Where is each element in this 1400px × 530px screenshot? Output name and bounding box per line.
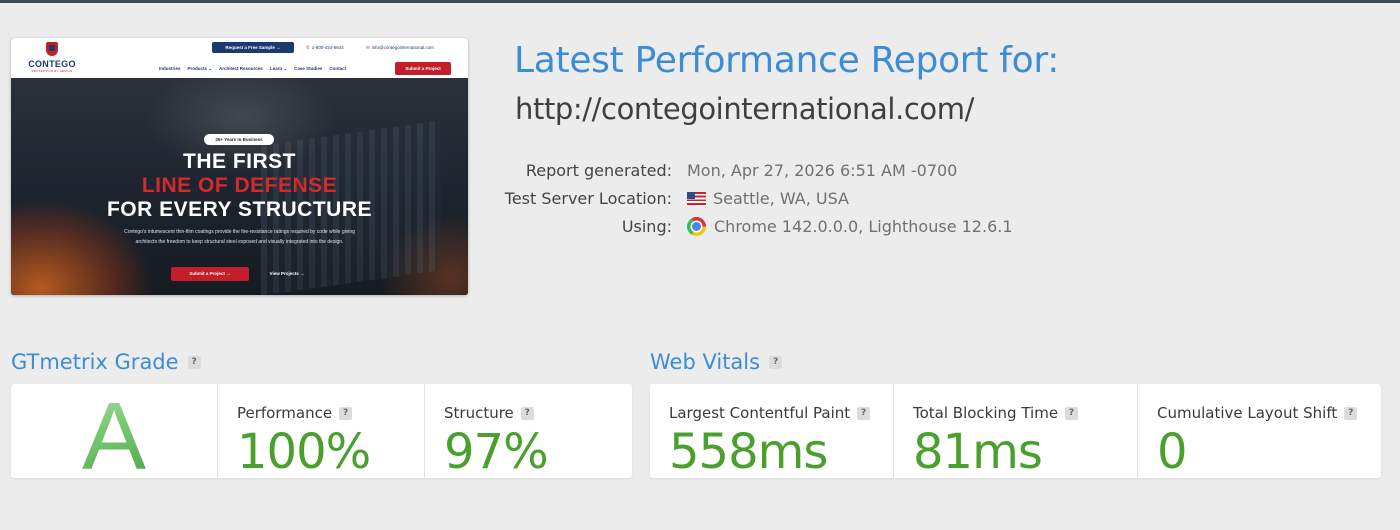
performance-value: 100% <box>237 424 371 480</box>
cls-label: Cumulative Layout Shift <box>1157 404 1338 422</box>
top-bar <box>0 0 1400 3</box>
site-phone: ✆ 1-800-434-6644 <box>306 43 344 52</box>
hero-headline-line3: FOR EVERY STRUCTURE <box>106 198 373 221</box>
using-value: Chrome 142.0.0.0, Lighthouse 12.6.1 <box>687 217 1013 236</box>
performance-cell: Performance ? 100% <box>218 384 425 478</box>
lcp-cell: Largest Contentful Paint ? 558ms <box>650 384 894 478</box>
web-vitals-panel: Largest Contentful Paint ? 558ms Total B… <box>650 384 1381 478</box>
server-location-value: Seattle, WA, USA <box>687 189 849 208</box>
site-header: CONTEGO PROTECTION BY DESIGN Request a F… <box>11 38 468 78</box>
site-nav-item: Products ⌄ <box>187 66 213 71</box>
hero-description: Contego's intumescent thin-film coatings… <box>124 229 355 245</box>
help-icon[interactable]: ? <box>520 406 534 420</box>
cls-cell: Cumulative Layout Shift ? 0 <box>1138 384 1381 478</box>
hero-headline-line1: THE FIRST <box>183 150 296 173</box>
help-icon[interactable]: ? <box>1344 406 1358 420</box>
server-location-row: Test Server Location: Seattle, WA, USA <box>470 189 1070 211</box>
us-flag-icon <box>687 192 706 205</box>
help-icon[interactable]: ? <box>1065 406 1079 420</box>
site-nav-item: Case Studies <box>294 66 323 71</box>
site-email: ✉ info@contegointernational.com <box>366 43 434 52</box>
chrome-icon <box>687 217 706 236</box>
help-icon[interactable]: ? <box>857 406 871 420</box>
site-nav: Industries Products ⌄ Architect Resource… <box>159 65 346 73</box>
web-vitals-heading: Web Vitals ? <box>650 350 783 374</box>
report-title: Latest Performance Report for: <box>514 40 1060 81</box>
site-logo-tagline: PROTECTION BY DESIGN <box>31 69 73 73</box>
help-icon[interactable]: ? <box>187 355 201 369</box>
structure-label: Structure <box>444 404 514 422</box>
request-sample-button: Request a Free Sample → <box>212 42 294 53</box>
help-icon[interactable]: ? <box>769 355 783 369</box>
tbt-label: Total Blocking Time <box>913 404 1059 422</box>
help-icon[interactable]: ? <box>339 406 353 420</box>
structure-cell: Structure ? 97% <box>425 384 632 478</box>
report-generated-row: Report generated: Mon, Apr 27, 2026 6:51… <box>470 161 1070 183</box>
report-url[interactable]: http://contegointernational.com/ <box>515 92 974 126</box>
server-location-label: Test Server Location: <box>504 189 672 208</box>
tbt-cell: Total Blocking Time ? 81ms <box>894 384 1138 478</box>
gtmetrix-grade-panel: A Performance ? 100% Structure ? 97% <box>11 384 632 485</box>
structure-label-row: Structure ? <box>444 404 534 422</box>
gtmetrix-grade-title: GTmetrix Grade <box>11 350 179 374</box>
using-row: Using: Chrome 142.0.0.0, Lighthouse 12.6… <box>470 217 1070 239</box>
report-generated-value: Mon, Apr 27, 2026 6:51 AM -0700 <box>687 161 958 180</box>
performance-label-row: Performance ? <box>237 404 353 422</box>
cls-label-row: Cumulative Layout Shift ? <box>1157 404 1358 422</box>
gtmetrix-grade-heading: GTmetrix Grade ? <box>11 350 201 374</box>
structure-value: 97% <box>444 424 549 480</box>
site-submit-project-button: Submit a Project <box>395 62 451 75</box>
hero-view-projects-link: View Projects → <box>269 271 305 276</box>
lcp-label-row: Largest Contentful Paint ? <box>669 404 871 422</box>
grade-cell: A <box>11 384 218 485</box>
hero-headline-line2: LINE OF DEFENSE <box>141 174 338 197</box>
using-label: Using: <box>621 217 672 236</box>
lcp-value: 558ms <box>669 424 828 480</box>
server-location-text: Seattle, WA, USA <box>713 189 849 208</box>
site-phone-text: 1-800-434-6644 <box>311 45 344 50</box>
tbt-label-row: Total Blocking Time ? <box>913 404 1079 422</box>
cls-value: 0 <box>1157 424 1188 480</box>
site-nav-item: Contact <box>329 66 347 71</box>
site-screenshot: CONTEGO PROTECTION BY DESIGN Request a F… <box>11 38 468 295</box>
hero-submit-button: Submit a Project → <box>171 267 249 281</box>
lcp-label: Largest Contentful Paint <box>669 404 851 422</box>
tbt-value: 81ms <box>913 424 1043 480</box>
site-nav-item: Industries <box>159 66 181 71</box>
site-email-text: info@contegointernational.com <box>371 45 434 50</box>
phone-icon: ✆ <box>306 45 310 50</box>
site-nav-item: Learn ⌄ <box>269 66 288 71</box>
performance-label: Performance <box>237 404 333 422</box>
grade-letter: A <box>11 389 217 485</box>
site-nav-item: Architect Resources <box>219 66 263 71</box>
web-vitals-title: Web Vitals <box>650 350 761 374</box>
logo-shield-icon <box>46 42 58 56</box>
hero-badge: 25+ Years In Business <box>204 134 274 145</box>
report-generated-label: Report generated: <box>525 161 672 180</box>
using-text: Chrome 142.0.0.0, Lighthouse 12.6.1 <box>714 217 1013 236</box>
site-logo: CONTEGO <box>28 59 76 69</box>
mail-icon: ✉ <box>366 45 370 50</box>
